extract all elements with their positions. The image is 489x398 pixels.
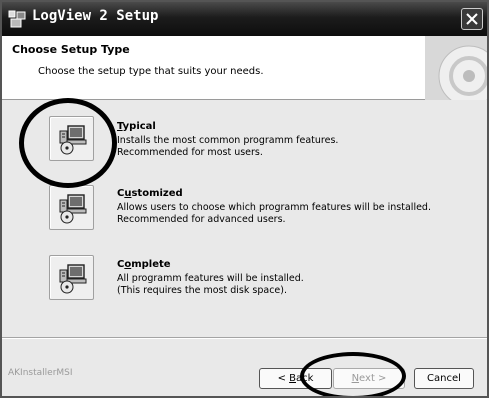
complete-description: All programm features will be installed.…	[117, 273, 304, 296]
setup-icon	[8, 10, 26, 28]
option-customized: Customized Allows users to choose which …	[2, 182, 487, 242]
installer-brand: AKInstallerMSI	[8, 368, 73, 378]
close-button[interactable]	[461, 8, 483, 30]
next-highlight-ring	[300, 352, 406, 396]
computer-install-icon	[59, 194, 87, 224]
window-title: LogView 2 Setup	[32, 8, 159, 24]
computer-install-icon	[59, 264, 87, 294]
complete-title: Complete	[117, 259, 171, 270]
option-complete: Complete All programm features will be i…	[2, 252, 487, 312]
title-bar[interactable]: LogView 2 Setup	[2, 2, 487, 36]
cd-disc-icon	[425, 36, 487, 100]
complete-button[interactable]	[49, 255, 94, 300]
footer-divider	[2, 337, 487, 339]
typical-highlight-ring	[19, 98, 117, 188]
typical-description: Installs the most common programm featur…	[117, 135, 339, 158]
page-subtitle: Choose the setup type that suits your ne…	[38, 66, 264, 77]
typical-title: Typical	[117, 121, 156, 132]
customized-title: Customized	[117, 188, 183, 199]
page-title: Choose Setup Type	[12, 43, 130, 56]
cancel-button[interactable]: Cancel	[414, 368, 474, 389]
close-icon	[466, 13, 478, 25]
customized-button[interactable]	[49, 185, 94, 230]
wizard-header: Choose Setup Type Choose the setup type …	[2, 36, 487, 100]
setup-window: LogView 2 Setup Choose Setup Type Choose…	[0, 0, 489, 398]
customized-description: Allows users to choose which programm fe…	[117, 202, 431, 225]
